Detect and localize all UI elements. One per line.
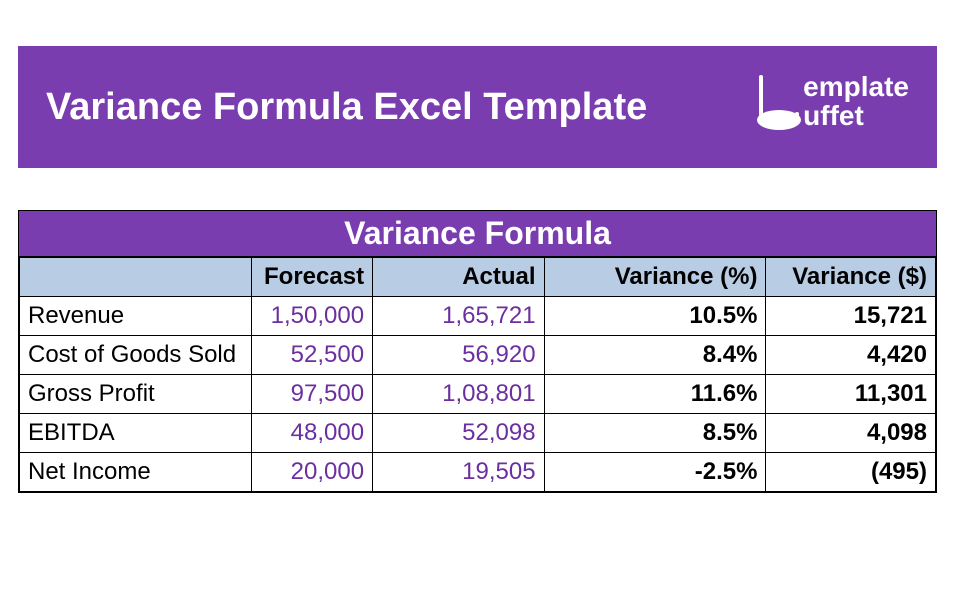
header-variance-dollar: Variance ($) [766,258,936,297]
row-label: EBITDA [20,414,252,453]
table-row: EBITDA 48,000 52,098 8.5% 4,098 [20,414,936,453]
ladle-icon [751,72,809,142]
table-row: Gross Profit 97,500 1,08,801 11.6% 11,30… [20,375,936,414]
brand-text: emplate uffet [803,72,909,131]
cell-forecast: 20,000 [252,453,373,492]
cell-variance-pct: 10.5% [544,297,766,336]
cell-variance-dollar: (495) [766,453,936,492]
cell-actual: 1,65,721 [373,297,544,336]
row-label: Cost of Goods Sold [20,336,252,375]
table-row: Revenue 1,50,000 1,65,721 10.5% 15,721 [20,297,936,336]
brand-logo: emplate uffet [751,72,909,142]
cell-actual: 19,505 [373,453,544,492]
cell-actual: 1,08,801 [373,375,544,414]
row-label: Net Income [20,453,252,492]
table-header-row: Forecast Actual Variance (%) Variance ($… [20,258,936,297]
cell-variance-pct: 8.5% [544,414,766,453]
cell-variance-pct: 11.6% [544,375,766,414]
cell-variance-dollar: 11,301 [766,375,936,414]
cell-forecast: 97,500 [252,375,373,414]
cell-variance-dollar: 4,420 [766,336,936,375]
table-row: Cost of Goods Sold 52,500 56,920 8.4% 4,… [20,336,936,375]
variance-table-container: Variance Formula Forecast Actual Varianc… [18,210,937,493]
header-blank [20,258,252,297]
header-forecast: Forecast [252,258,373,297]
cell-forecast: 1,50,000 [252,297,373,336]
cell-forecast: 48,000 [252,414,373,453]
banner-header: Variance Formula Excel Template emplate … [18,46,937,168]
cell-variance-pct: -2.5% [544,453,766,492]
header-variance-pct: Variance (%) [544,258,766,297]
table-row: Net Income 20,000 19,505 -2.5% (495) [20,453,936,492]
table-title: Variance Formula [19,211,936,257]
row-label: Gross Profit [20,375,252,414]
cell-actual: 56,920 [373,336,544,375]
page-title: Variance Formula Excel Template [46,86,647,129]
cell-forecast: 52,500 [252,336,373,375]
cell-variance-pct: 8.4% [544,336,766,375]
brand-line2: uffet [803,101,909,130]
cell-variance-dollar: 15,721 [766,297,936,336]
cell-variance-dollar: 4,098 [766,414,936,453]
header-actual: Actual [373,258,544,297]
cell-actual: 52,098 [373,414,544,453]
variance-table: Forecast Actual Variance (%) Variance ($… [19,257,936,492]
brand-line1: emplate [803,72,909,101]
row-label: Revenue [20,297,252,336]
